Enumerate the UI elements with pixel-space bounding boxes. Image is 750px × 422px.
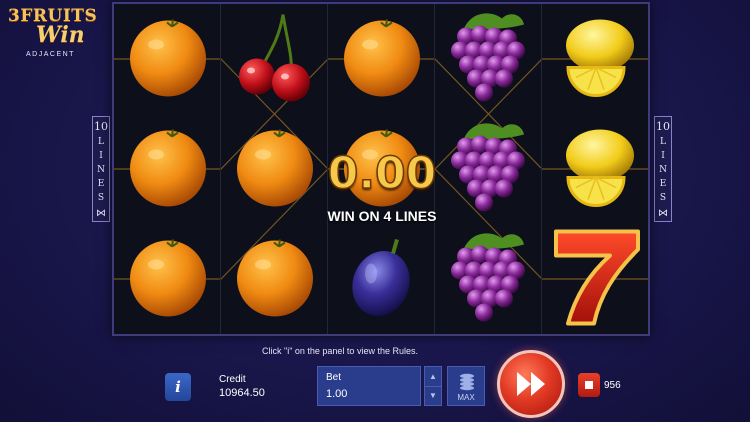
double-arrow-icon: ⋈	[658, 208, 668, 219]
lines-word: LINES	[659, 137, 667, 203]
autoplay-count: 956	[604, 380, 621, 391]
reel-symbol-orange	[328, 4, 435, 114]
reel-2	[221, 4, 328, 334]
reel-symbol-cherry	[221, 4, 328, 114]
bet-value: 1.00	[326, 388, 348, 400]
lines-indicator-left: 10 LINES ⋈	[92, 116, 110, 222]
bet-decrease-button[interactable]: ▼	[425, 386, 441, 405]
orange-icon	[126, 235, 210, 324]
plum-icon	[347, 234, 417, 325]
bet-increase-button[interactable]: ▲	[425, 367, 441, 387]
reel-symbol-orange	[114, 4, 221, 114]
lines-indicator-right: 10 LINES ⋈	[654, 116, 672, 222]
reel-1	[114, 4, 221, 334]
lemon-icon	[554, 16, 638, 103]
game-logo: 3FRUITS Win ADJACENT	[8, 6, 108, 64]
orange-icon	[126, 125, 210, 214]
lemon-icon	[554, 126, 638, 213]
reel-symbol-orange	[114, 114, 221, 224]
lines-count: 10	[656, 120, 670, 133]
lines-count: 10	[94, 120, 108, 133]
orange-icon	[233, 235, 317, 324]
reel-symbol-orange	[221, 224, 328, 334]
spin-button[interactable]	[497, 350, 565, 418]
fast-forward-icon	[517, 372, 545, 396]
lines-word: LINES	[97, 137, 105, 203]
reel-5	[542, 4, 648, 335]
info-button[interactable]: i	[165, 373, 191, 401]
orange-icon	[126, 15, 210, 104]
max-label: MAX	[457, 393, 475, 402]
stop-icon	[585, 381, 593, 389]
max-bet-button[interactable]: MAX	[447, 366, 485, 406]
rules-hint: Click "i" on the panel to view the Rules…	[262, 346, 418, 356]
seven-icon	[548, 224, 644, 335]
logo-subtitle: Win	[36, 22, 85, 48]
grapes-icon	[444, 7, 534, 112]
double-arrow-icon: ⋈	[96, 208, 106, 219]
orange-icon	[233, 125, 317, 214]
reel-symbol-orange	[114, 224, 221, 334]
reel-symbol-grapes	[435, 224, 542, 334]
win-amount: 0.00	[327, 147, 437, 200]
credit-label: Credit	[219, 374, 246, 385]
logo-tagline: ADJACENT	[26, 51, 75, 58]
cherry-icon	[235, 11, 315, 108]
reel-symbol-plum	[328, 224, 435, 334]
reel-symbol-grapes	[435, 4, 542, 114]
grapes-icon	[444, 227, 534, 332]
orange-icon	[340, 15, 424, 104]
coin-stack-icon	[460, 373, 474, 391]
reel-4	[435, 4, 542, 334]
bet-stepper: ▲ ▼	[424, 366, 442, 406]
bet-label: Bet	[326, 372, 342, 383]
reel-symbol-lemon	[542, 114, 648, 224]
win-lines-text: WIN ON 4 LINES	[327, 208, 437, 224]
credit-value: 10964.50	[219, 387, 265, 399]
reel-symbol-seven	[542, 224, 648, 335]
grapes-icon	[444, 117, 534, 222]
bet-field[interactable]: Bet 1.00	[317, 366, 421, 406]
autoplay-stop-button[interactable]	[578, 373, 600, 397]
reel-symbol-lemon	[542, 4, 648, 114]
